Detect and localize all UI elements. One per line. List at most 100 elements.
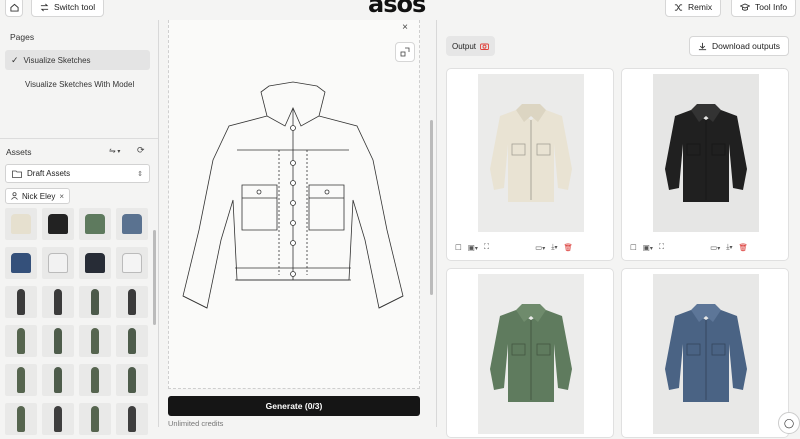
asset-thumbnail[interactable]	[116, 325, 148, 357]
folder-icon	[12, 170, 22, 178]
download-icon	[698, 42, 707, 50]
chevron-down-icon: ▾	[474, 245, 478, 252]
tool-info-label: Tool Info	[755, 2, 788, 12]
graduation-cap-icon	[740, 3, 750, 11]
download-button[interactable]: ⤓▾	[551, 242, 557, 252]
filter-dropdown[interactable]: ⇋ ▾	[109, 146, 120, 155]
select-checkbox[interactable]: ☐	[455, 243, 462, 252]
download-button[interactable]: ⤓▾	[726, 242, 732, 252]
chevron-down-icon: ▾	[554, 245, 558, 251]
output-card[interactable]: ☐ ▣▾ ⛶ ▭▾ ⤓▾ 🗑	[621, 68, 789, 261]
generate-label: Generate	[265, 401, 303, 411]
delete-button[interactable]: 🗑	[564, 243, 574, 252]
download-outputs-button[interactable]: Download outputs	[689, 36, 790, 56]
chevron-down-icon: ▾	[115, 149, 121, 155]
right-divider	[436, 20, 437, 427]
close-icon[interactable]: ×	[59, 192, 64, 201]
close-canvas-button[interactable]: ×	[395, 17, 415, 37]
chevron-down-icon: ▾	[542, 245, 546, 252]
model-figure	[91, 289, 99, 315]
asset-grid	[5, 208, 150, 435]
edit-image-button[interactable]: ▣▾	[468, 243, 478, 252]
jacket-photo	[490, 104, 572, 202]
remix-button[interactable]: Remix	[665, 0, 722, 17]
asset-thumbnail[interactable]	[79, 208, 111, 240]
expand-button[interactable]: ⛶	[659, 242, 664, 252]
asset-thumbnail[interactable]	[116, 247, 148, 279]
switch-arrows-icon	[40, 3, 49, 11]
card-actions: ☐ ▣▾ ⛶ ▭▾ ⤓▾ 🗑	[455, 242, 573, 252]
asset-thumbnail[interactable]	[79, 403, 111, 435]
asset-thumbnail[interactable]	[79, 247, 111, 279]
output-image[interactable]	[478, 74, 584, 232]
asset-thumbnail[interactable]	[5, 247, 37, 279]
asset-thumbnail[interactable]	[79, 364, 111, 396]
folder-select[interactable]: Draft Assets ⇕	[5, 164, 150, 183]
asset-thumbnail[interactable]	[79, 325, 111, 357]
home-button[interactable]	[5, 0, 23, 17]
asset-thumbnail[interactable]	[5, 364, 37, 396]
asset-thumbnail[interactable]	[116, 364, 148, 396]
asset-thumbnail[interactable]	[116, 403, 148, 435]
sketch-canvas[interactable]: ×	[168, 20, 420, 389]
output-image[interactable]	[653, 74, 759, 232]
assets-title: Assets	[6, 147, 32, 157]
output-tab[interactable]: Output	[446, 36, 496, 56]
image-edit-icon: ▣	[467, 242, 475, 252]
asset-thumbnail[interactable]	[42, 247, 74, 279]
asset-thumbnail[interactable]	[5, 286, 37, 318]
asset-thumbnail[interactable]	[5, 325, 37, 357]
image-edit-icon: ▣	[642, 242, 650, 252]
left-divider	[158, 20, 159, 427]
model-figure	[128, 328, 136, 354]
refresh-button[interactable]: ⟳	[137, 145, 145, 156]
asset-thumbnail[interactable]	[116, 286, 148, 318]
user-filter-chip[interactable]: Nick Eley ×	[5, 188, 71, 204]
close-icon: ×	[402, 21, 408, 33]
output-image[interactable]	[653, 274, 759, 434]
tool-info-button[interactable]: Tool Info	[731, 0, 797, 17]
switch-tool-button[interactable]: Switch tool	[31, 0, 105, 17]
jacket-image	[11, 214, 31, 234]
chat-button[interactable]: ◯	[778, 412, 800, 434]
select-checkbox[interactable]: ☐	[630, 243, 637, 252]
model-figure	[54, 406, 62, 432]
output-card[interactable]	[621, 268, 789, 438]
generate-button[interactable]: Generate (0/3)	[168, 396, 420, 416]
model-figure	[91, 406, 99, 432]
assets-scrollbar[interactable]	[153, 230, 156, 325]
output-label: Output	[452, 41, 477, 51]
user-filter-label: Nick Eley	[22, 191, 56, 201]
output-image[interactable]	[478, 274, 584, 434]
pages-title: Pages	[10, 32, 35, 42]
asset-thumbnail[interactable]	[42, 364, 74, 396]
output-card[interactable]: ☐ ▣▾ ⛶ ▭▾ ⤓▾ 🗑	[446, 68, 614, 261]
asset-thumbnail[interactable]	[42, 403, 74, 435]
person-icon	[11, 192, 18, 200]
asset-thumbnail[interactable]	[5, 403, 37, 435]
model-figure	[54, 367, 62, 393]
asos-logo: asos	[368, 0, 426, 18]
divider	[0, 138, 158, 139]
transform-button[interactable]	[395, 42, 415, 62]
asset-thumbnail[interactable]	[79, 286, 111, 318]
asset-thumbnail[interactable]	[42, 208, 74, 240]
download-label: Download outputs	[712, 41, 781, 51]
page-visualize-sketches[interactable]: ✓ Visualize Sketches	[5, 50, 150, 70]
asset-thumbnail[interactable]	[42, 325, 74, 357]
jacket-photo	[490, 304, 572, 402]
canvas-scrollbar[interactable]	[430, 120, 433, 295]
output-card[interactable]	[446, 268, 614, 438]
asset-thumbnail[interactable]	[5, 208, 37, 240]
asset-thumbnail[interactable]	[116, 208, 148, 240]
edit-image-button[interactable]: ▣▾	[643, 243, 653, 252]
page-visualize-sketches-with-model[interactable]: Visualize Sketches With Model	[5, 74, 150, 94]
expand-button[interactable]: ⛶	[484, 242, 489, 252]
move-to-folder-button[interactable]: ▭▾	[710, 243, 720, 252]
delete-button[interactable]: 🗑	[739, 243, 749, 252]
home-icon	[9, 3, 19, 12]
move-to-folder-button[interactable]: ▭▾	[535, 243, 545, 252]
asset-thumbnail[interactable]	[42, 286, 74, 318]
left-panel: Pages ✓ Visualize Sketches Visualize Ske…	[0, 20, 158, 435]
model-figure	[17, 328, 25, 354]
